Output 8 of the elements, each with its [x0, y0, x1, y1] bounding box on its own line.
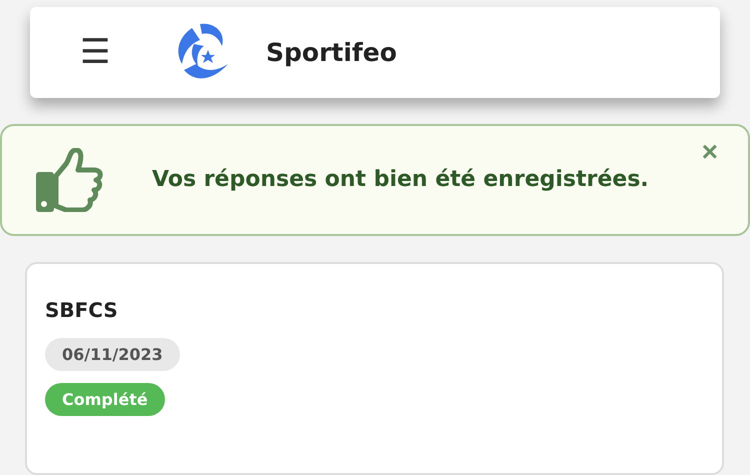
thumbs-up-icon [36, 148, 106, 212]
menu-button[interactable]: ☰ [80, 35, 110, 70]
brand-name: Sportifeo [266, 38, 397, 67]
status-badge: Complété [45, 382, 165, 416]
card-title: SBFCS [45, 298, 118, 322]
survey-card[interactable]: SBFCS 06/11/2023 Complété [25, 262, 724, 475]
alert-message: Vos réponses ont bien été enregistrées. [152, 167, 649, 192]
date-badge: 06/11/2023 [45, 338, 180, 371]
